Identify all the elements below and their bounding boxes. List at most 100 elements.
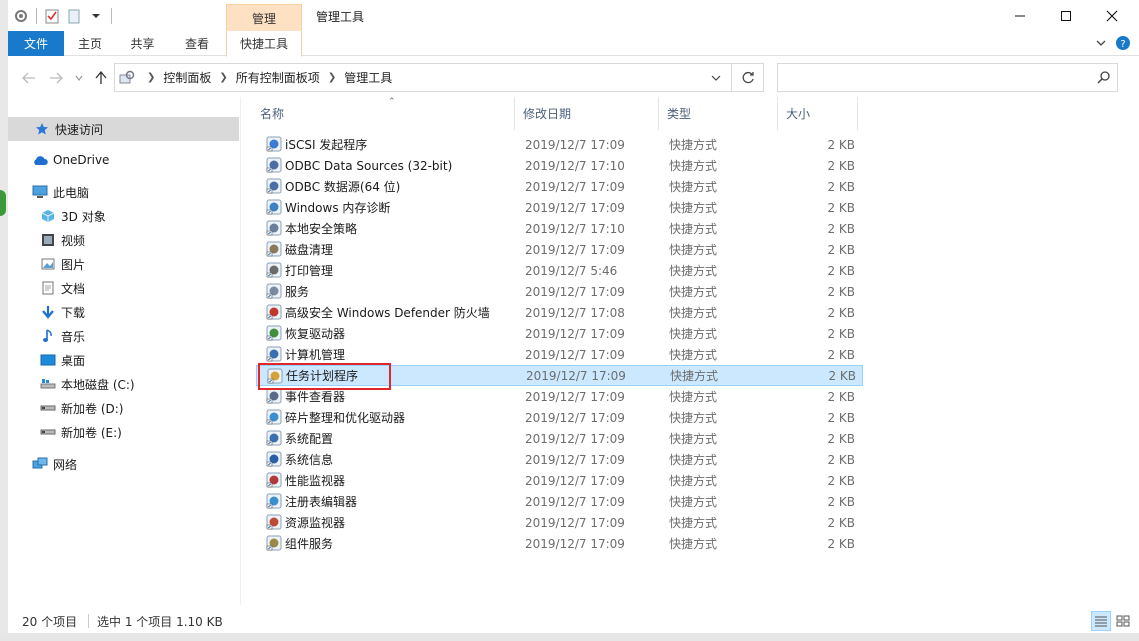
nav-item-drive-c[interactable]: 本地磁盘 (C:) <box>8 372 239 396</box>
file-date: 2019/12/7 17:09 <box>525 410 625 425</box>
shortcut-icon <box>266 136 282 152</box>
breadcrumb-item-all-items[interactable]: 所有控制面板项 <box>236 69 320 86</box>
nav-item-3d-objects[interactable]: 3D 对象 <box>8 204 239 228</box>
table-row[interactable]: 本地安全策略 2019/12/7 17:10 快捷方式 2 KB <box>256 218 863 239</box>
nav-item-onedrive[interactable]: OneDrive <box>8 148 239 172</box>
search-box <box>777 63 1118 92</box>
chevron-right-icon[interactable]: ❯ <box>147 72 155 83</box>
desktop-fragment <box>0 74 8 94</box>
nav-item-network[interactable]: 网络 <box>8 452 239 476</box>
file-type: 快捷方式 <box>669 453 718 467</box>
table-row[interactable]: ODBC 数据源(64 位) 2019/12/7 17:09 快捷方式 2 KB <box>256 176 863 197</box>
nav-item-documents[interactable]: 文档 <box>8 276 239 300</box>
back-button[interactable] <box>18 67 40 89</box>
address-dropdown-icon[interactable] <box>705 64 727 91</box>
address-bar[interactable]: ❯ 控制面板 ❯ 所有控制面板项 ❯ 管理工具 <box>114 63 764 92</box>
breadcrumb-item-admin-tools[interactable]: 管理工具 <box>344 69 392 86</box>
file-name: 系统配置 <box>285 432 334 446</box>
help-icon[interactable]: ? <box>1115 35 1131 54</box>
search-icon[interactable] <box>1097 70 1111 87</box>
nav-item-label: 3D 对象 <box>61 209 106 224</box>
table-row[interactable]: 磁盘清理 2019/12/7 17:09 快捷方式 2 KB <box>256 239 863 260</box>
table-row[interactable]: iSCSI 发起程序 2019/12/7 17:09 快捷方式 2 KB <box>256 134 863 155</box>
nav-item-label: 快速访问 <box>55 122 104 137</box>
chevron-right-icon[interactable]: ❯ <box>328 72 336 83</box>
file-name: 性能监视器 <box>285 474 346 488</box>
file-date: 2019/12/7 5:46 <box>525 263 618 278</box>
table-row[interactable]: 系统信息 2019/12/7 17:09 快捷方式 2 KB <box>256 449 863 470</box>
properties-icon[interactable] <box>12 7 30 25</box>
column-header-name[interactable]: 名称 <box>252 97 515 130</box>
nav-item-music[interactable]: 音乐 <box>8 324 239 348</box>
new-folder-icon[interactable] <box>65 7 83 25</box>
tab-file[interactable]: 文件 <box>8 31 64 56</box>
expand-ribbon-icon[interactable] <box>1095 37 1107 52</box>
nav-item-downloads[interactable]: 下载 <box>8 300 239 324</box>
table-row[interactable]: 高级安全 Windows Defender 防火墙 2019/12/7 17:08… <box>256 302 863 323</box>
maximize-button[interactable] <box>1043 0 1089 31</box>
file-type: 快捷方式 <box>669 306 718 320</box>
tab-share[interactable]: 共享 <box>116 31 169 56</box>
table-row[interactable]: 任务计划程序 2019/12/7 17:09 快捷方式 2 KB <box>256 365 863 386</box>
nav-item-pictures[interactable]: 图片 <box>8 252 239 276</box>
nav-item-drive-d[interactable]: 新加卷 (D:) <box>8 396 239 420</box>
table-row[interactable]: 恢复驱动器 2019/12/7 17:09 快捷方式 2 KB <box>256 323 863 344</box>
refresh-button[interactable] <box>731 64 763 91</box>
column-header-type[interactable]: 类型 <box>659 97 778 130</box>
toolbar-divider <box>111 8 112 24</box>
column-header-size[interactable]: 大小 <box>778 97 858 130</box>
file-list: ⌃ 名称 修改日期 类型 大小 iSCSI 发起程序 2019/12/7 17:0… <box>252 97 1139 605</box>
table-row[interactable]: 系统配置 2019/12/7 17:09 快捷方式 2 KB <box>256 428 863 449</box>
table-row[interactable]: 事件查看器 2019/12/7 17:09 快捷方式 2 KB <box>256 386 863 407</box>
shortcut-icon <box>266 283 282 299</box>
tab-view[interactable]: 查看 <box>169 31 225 56</box>
nav-item-label: 视频 <box>61 233 86 248</box>
file-name: 任务计划程序 <box>286 369 359 383</box>
check-icon[interactable] <box>43 7 61 25</box>
table-row[interactable]: 服务 2019/12/7 17:09 快捷方式 2 KB <box>256 281 863 302</box>
details-view-button[interactable] <box>1091 611 1111 631</box>
recent-locations-button[interactable] <box>68 67 90 89</box>
shortcut-icon <box>266 493 282 509</box>
file-size: 2 KB <box>827 179 855 194</box>
shortcut-icon <box>266 409 282 425</box>
nav-item-quick-access[interactable]: 快速访问 <box>8 117 239 141</box>
file-type: 快捷方式 <box>669 432 718 446</box>
nav-item-desktop[interactable]: 桌面 <box>8 348 239 372</box>
table-row[interactable]: 打印管理 2019/12/7 5:46 快捷方式 2 KB <box>256 260 863 281</box>
table-row[interactable]: ODBC Data Sources (32-bit) 2019/12/7 17:1… <box>256 155 863 176</box>
column-header-date[interactable]: 修改日期 <box>515 97 659 130</box>
table-row[interactable]: 计算机管理 2019/12/7 17:09 快捷方式 2 KB <box>256 344 863 365</box>
breadcrumb: ❯ 控制面板 ❯ 所有控制面板项 ❯ 管理工具 <box>139 69 392 86</box>
table-row[interactable]: 注册表编辑器 2019/12/7 17:09 快捷方式 2 KB <box>256 491 863 512</box>
file-date: 2019/12/7 17:09 <box>525 494 625 509</box>
nav-item-this-pc[interactable]: 此电脑 <box>8 180 239 204</box>
forward-button[interactable] <box>45 67 67 89</box>
nav-item-label: 文档 <box>61 281 86 296</box>
file-date: 2019/12/7 17:09 <box>525 326 625 341</box>
table-row[interactable]: 碎片整理和优化驱动器 2019/12/7 17:09 快捷方式 2 KB <box>256 407 863 428</box>
large-icons-view-button[interactable] <box>1113 611 1133 631</box>
close-button[interactable] <box>1089 0 1135 31</box>
table-row[interactable]: 性能监视器 2019/12/7 17:09 快捷方式 2 KB <box>256 470 863 491</box>
file-type: 快捷方式 <box>669 390 718 404</box>
file-name: 事件查看器 <box>285 390 346 404</box>
nav-item-videos[interactable]: 视频 <box>8 228 239 252</box>
file-size: 2 KB <box>827 242 855 257</box>
file-type: 快捷方式 <box>669 222 718 236</box>
table-row[interactable]: Windows 内存诊断 2019/12/7 17:09 快捷方式 2 KB <box>256 197 863 218</box>
minimize-button[interactable] <box>997 0 1043 31</box>
file-name: iSCSI 发起程序 <box>285 138 368 152</box>
dropdown-icon[interactable] <box>87 7 105 25</box>
breadcrumb-item-control-panel[interactable]: 控制面板 <box>163 69 211 86</box>
table-row[interactable]: 资源监视器 2019/12/7 17:09 快捷方式 2 KB <box>256 512 863 533</box>
tab-shortcut-tools[interactable]: 快捷工具 <box>226 31 302 57</box>
tab-home[interactable]: 主页 <box>64 31 116 56</box>
file-size: 2 KB <box>827 410 855 425</box>
desktop-background-bottom <box>0 633 1139 641</box>
table-row[interactable]: 组件服务 2019/12/7 17:09 快捷方式 2 KB <box>256 533 863 554</box>
search-input[interactable] <box>778 64 1078 91</box>
up-button[interactable] <box>90 67 112 89</box>
chevron-right-icon[interactable]: ❯ <box>219 72 227 83</box>
nav-item-drive-e[interactable]: 新加卷 (E:) <box>8 420 239 444</box>
